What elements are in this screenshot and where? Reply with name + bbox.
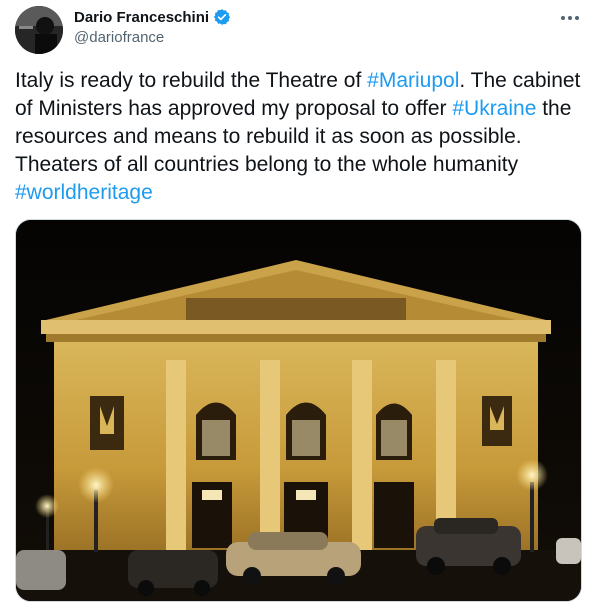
author-handle[interactable]: @dariofrance	[74, 29, 164, 46]
tweet-photo[interactable]	[15, 219, 582, 602]
theatre-photo	[16, 220, 581, 601]
tweet-text-segment: Italy is ready to rebuild the Theatre of	[15, 69, 368, 92]
avatar[interactable]	[15, 6, 63, 54]
author-name-row[interactable]: Dario Franceschini	[74, 8, 231, 26]
author-name[interactable]: Dario Franceschini	[74, 9, 209, 26]
more-options-icon[interactable]	[552, 4, 588, 32]
tweet: Dario Franceschini @dariofrance Italy is…	[0, 0, 595, 605]
hashtag-link[interactable]: #Mariupol	[367, 69, 459, 92]
hashtag-link[interactable]: #Ukraine	[452, 97, 536, 120]
hashtag-link[interactable]: #worldheritage	[15, 181, 153, 204]
tweet-text: Italy is ready to rebuild the Theatre of…	[15, 67, 585, 207]
verified-badge-icon	[213, 8, 231, 26]
